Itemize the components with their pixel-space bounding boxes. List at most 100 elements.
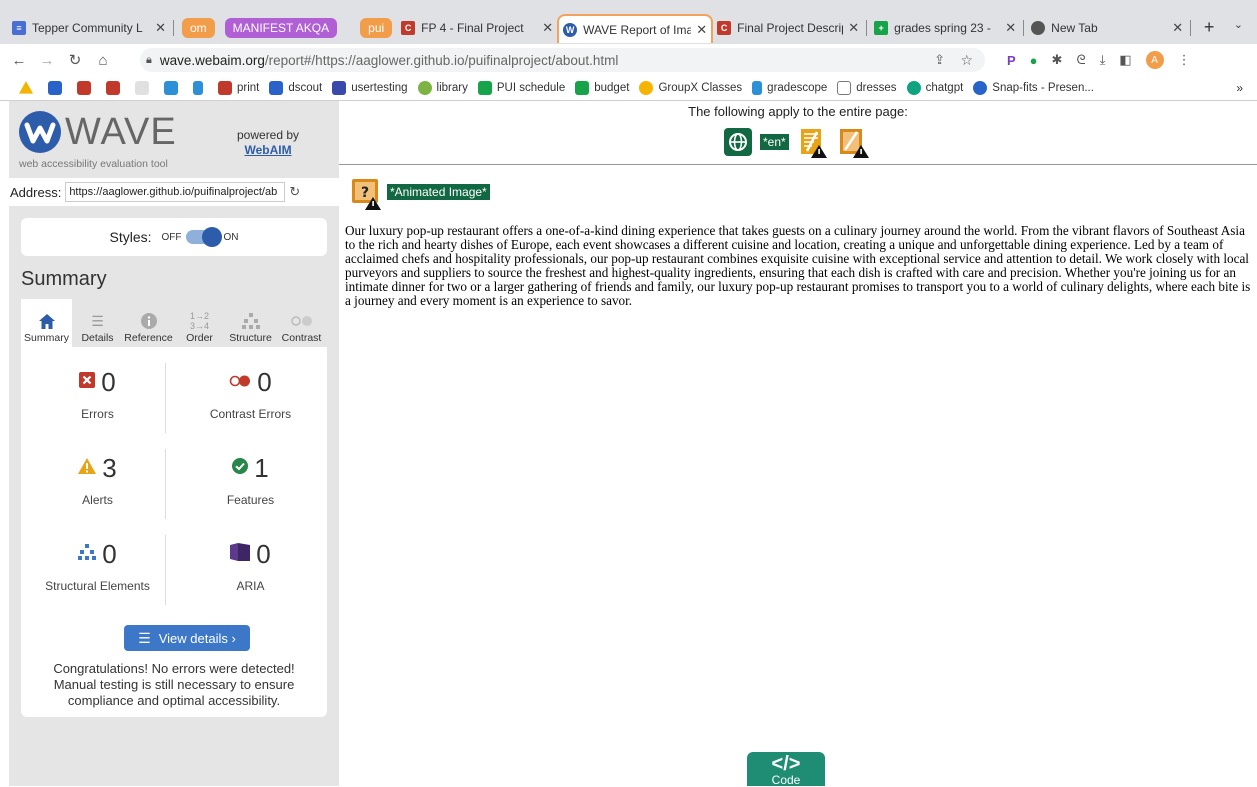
- bookmark-sio[interactable]: [106, 81, 125, 95]
- tab-contrast[interactable]: Contrast: [276, 299, 327, 347]
- congratulations-message: Congratulations! No errors were detected…: [53, 661, 295, 708]
- bookmark-label: dscout: [288, 82, 323, 94]
- address-input[interactable]: https://aaglower.github.io/puifinalproje…: [65, 182, 286, 202]
- address-bar[interactable]: 🔒︎ wave.webaim.org/report#/https://aaglo…: [140, 48, 985, 72]
- bookmark-s[interactable]: [135, 81, 154, 95]
- bookmark-label: gradescope: [767, 82, 828, 94]
- view-details-button[interactable]: ☰ View details ›: [124, 625, 250, 651]
- close-tab-icon[interactable]: ✕: [155, 20, 166, 36]
- tab-final-project-description[interactable]: C Final Project Descrip ✕: [713, 14, 863, 41]
- tab-tepper-community[interactable]: ≡ Tepper Community L ✕: [8, 14, 170, 41]
- menu-kebab-icon[interactable]: ⋮: [1178, 52, 1191, 68]
- stat-aria[interactable]: 0 ARIA: [174, 523, 327, 609]
- share-icon[interactable]: ⇪: [934, 52, 945, 68]
- library-icon: [417, 81, 432, 95]
- bookmark-usertesting[interactable]: usertesting: [332, 81, 408, 95]
- canvas-icon: [77, 81, 91, 95]
- code-toggle-button[interactable]: </> Code: [747, 752, 825, 786]
- new-tab-button[interactable]: +: [1194, 14, 1224, 41]
- reload-icon[interactable]: ↻: [64, 51, 86, 69]
- unknown-image-alert-icon[interactable]: ?: [351, 178, 383, 215]
- tab-grades-spring[interactable]: + grades spring 23 - ✕: [870, 14, 1020, 41]
- bookmark-dscout[interactable]: dscout: [269, 81, 322, 95]
- bookmarks-more-button[interactable]: »: [1236, 81, 1243, 95]
- download-icon[interactable]: ⤓: [1100, 52, 1106, 68]
- error-icon: [79, 371, 96, 393]
- tab-details[interactable]: ☰ Details: [72, 299, 123, 347]
- refresh-icon[interactable]: ↻: [289, 184, 300, 200]
- url-domain: wave.webaim.org: [159, 52, 265, 68]
- animated-image-annotation: ? *Animated Image*: [351, 178, 490, 215]
- close-tab-icon[interactable]: ✕: [848, 20, 859, 36]
- canvas-favicon-icon: C: [717, 20, 732, 35]
- webaim-link[interactable]: WebAIM: [237, 143, 299, 158]
- groupx-icon: [639, 81, 654, 95]
- bookmark-chatgpt[interactable]: chatgpt: [906, 81, 963, 95]
- bookmark-box[interactable]: [48, 81, 67, 95]
- styles-toggle[interactable]: [185, 227, 222, 247]
- close-tab-icon[interactable]: ✕: [1005, 20, 1016, 36]
- bookmark-library[interactable]: library: [417, 81, 468, 95]
- tab-label: Details: [81, 332, 114, 344]
- home-icon[interactable]: ⌂: [92, 52, 114, 69]
- tab-title: grades spring 23 -: [894, 20, 991, 35]
- animated-image-badge[interactable]: *Animated Image*: [387, 183, 490, 200]
- bookmark-print[interactable]: print: [218, 81, 259, 95]
- bookmark-drive[interactable]: [19, 81, 38, 95]
- tab-reference[interactable]: Reference: [123, 299, 174, 347]
- back-arrow-icon[interactable]: ←: [8, 52, 30, 69]
- bookmark-p[interactable]: [164, 81, 183, 95]
- wave-logo[interactable]: WAVE web accessibility evaluation tool: [19, 111, 199, 171]
- close-tab-icon[interactable]: ✕: [542, 20, 553, 36]
- folder-icon: [837, 81, 852, 95]
- alert-image-icon[interactable]: [837, 126, 871, 163]
- stat-errors[interactable]: 0 Errors: [21, 351, 174, 437]
- bookmark-groupx[interactable]: GroupX Classes: [639, 81, 742, 95]
- tab-title: WAVE Report of Ima: [583, 22, 692, 37]
- bookmark-label: dresses: [856, 82, 897, 94]
- contrast-errors-label: Contrast Errors: [209, 407, 292, 421]
- tab-summary[interactable]: Summary: [21, 299, 72, 347]
- tab-search-chevron-icon[interactable]: ⌄: [1234, 18, 1243, 31]
- bookmark-star-icon[interactable]: ☆: [960, 52, 973, 69]
- tab-group-manifest-akqa[interactable]: MANIFEST AKQA: [224, 17, 338, 38]
- features-label: Features: [226, 493, 275, 507]
- bookmark-snap-fits[interactable]: Snap-fits - Presen...: [973, 81, 1094, 95]
- bookmark-canvas[interactable]: [77, 81, 96, 95]
- toggle-knob: [201, 227, 222, 247]
- close-tab-icon[interactable]: ✕: [696, 22, 707, 38]
- stat-contrast-errors[interactable]: 0 Contrast Errors: [174, 351, 327, 437]
- bookmark-pui-schedule[interactable]: PUI schedule: [477, 81, 565, 95]
- stat-features[interactable]: 1 Features: [174, 437, 327, 523]
- tabs-row: ≡ Tepper Community L ✕ om MANIFEST AKQA …: [8, 14, 1224, 43]
- tab-fp4-final-project[interactable]: C FP 4 - Final Project ✕: [397, 14, 557, 41]
- stat-structural-elements[interactable]: 0 Structural Elements: [21, 523, 174, 609]
- close-tab-icon[interactable]: ✕: [1172, 20, 1183, 36]
- svg-text:?: ?: [361, 185, 369, 201]
- bookmark-gradescope[interactable]: gradescope: [752, 81, 827, 95]
- summary-panel: 0 Errors 0 Contrast Errors 3 Alerts 1 Fe…: [21, 347, 327, 717]
- tab-new-tab[interactable]: New Tab ✕: [1027, 14, 1187, 41]
- pinterest-extension-icon[interactable]: P: [1007, 53, 1016, 68]
- alert-document-icon[interactable]: [797, 126, 829, 163]
- bookmark-analytics[interactable]: [193, 81, 208, 95]
- lock-icon[interactable]: 🔒︎: [146, 54, 152, 67]
- side-panel-icon[interactable]: ◧: [1119, 52, 1131, 68]
- bookmark-dresses[interactable]: dresses: [837, 81, 897, 95]
- tab-group-pui[interactable]: pui: [360, 17, 393, 38]
- tab-structure[interactable]: Structure: [225, 299, 276, 347]
- language-en-badge[interactable]: *en*: [760, 133, 789, 150]
- tab-group-om[interactable]: om: [182, 17, 215, 38]
- forward-arrow-icon[interactable]: →: [36, 52, 58, 69]
- wave-sidebar: WAVE web accessibility evaluation tool p…: [9, 101, 339, 786]
- extensions-puzzle-icon[interactable]: ✱: [1052, 52, 1063, 68]
- language-globe-icon[interactable]: [724, 128, 752, 161]
- stat-alerts[interactable]: 3 Alerts: [21, 437, 174, 523]
- spiral-extension-icon[interactable]: ᘓ: [1076, 52, 1085, 68]
- profile-avatar[interactable]: A: [1145, 51, 1164, 69]
- styles-on-label: ON: [223, 231, 239, 243]
- bookmark-budget[interactable]: budget: [575, 81, 629, 95]
- tab-order[interactable]: 1→2 3→4 Order: [174, 299, 225, 347]
- tab-wave-report[interactable]: W WAVE Report of Ima ✕: [557, 14, 714, 43]
- grammarly-extension-icon[interactable]: ●: [1030, 53, 1038, 68]
